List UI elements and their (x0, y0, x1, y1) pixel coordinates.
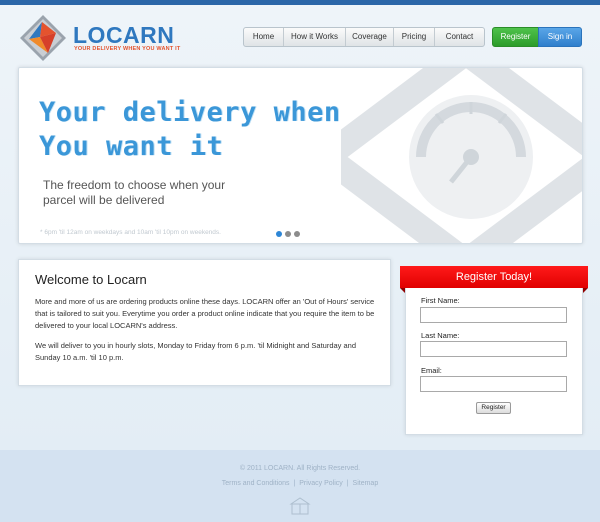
brand-name[interactable]: LOCARN (73, 24, 174, 47)
brand-tagline: YOUR DELIVERY WHEN YOU WANT IT (74, 46, 181, 52)
welcome-panel: Welcome to Locarn More and more of us ar… (18, 259, 391, 386)
slider-dots (276, 231, 300, 237)
footer-separator: | (346, 480, 349, 487)
clock-icon (341, 68, 582, 243)
footer-link-terms[interactable]: Terms and Conditions (222, 480, 290, 487)
welcome-title: Welcome to Locarn (35, 272, 147, 287)
footer-copyright: © 2011 LOCARN. All Rights Reserved. (239, 465, 361, 472)
nav-coverage[interactable]: Coverage (346, 28, 394, 46)
first-name-label: First Name: (421, 296, 460, 305)
hero-subtext: The freedom to choose when your parcel w… (43, 178, 226, 207)
footer-links: Terms and Conditions | Privacy Policy | … (0, 480, 600, 487)
nav-contact[interactable]: Contact (435, 28, 484, 46)
welcome-paragraph-2: We will deliver to you in hourly slots, … (35, 341, 357, 362)
last-name-field[interactable] (420, 341, 567, 357)
footer-logo-icon (289, 497, 311, 515)
footer-link-sitemap[interactable]: Sitemap (353, 480, 379, 487)
footer: © 2011 LOCARN. All Rights Reserved. Term… (0, 450, 600, 522)
nav-how-it-works[interactable]: How it Works (284, 28, 346, 46)
slider-dot-1[interactable] (276, 231, 282, 237)
register-button[interactable]: Register (492, 27, 539, 47)
form-register-button[interactable]: Register (476, 402, 511, 414)
email-label: Email: (421, 366, 442, 375)
first-name-field[interactable] (420, 307, 567, 323)
ribbon-fold-right (583, 288, 588, 293)
hero-banner: Your delivery when You want it The freed… (18, 67, 583, 244)
register-ribbon-title: Register Today! (400, 266, 588, 288)
welcome-paragraph-1: More and more of us are ordering product… (35, 297, 375, 330)
hero-headline: Your delivery when You want it (39, 97, 341, 162)
ribbon-fold-left (400, 288, 405, 293)
nav-pricing[interactable]: Pricing (394, 28, 435, 46)
slider-dot-2[interactable] (285, 231, 291, 237)
last-name-label: Last Name: (421, 331, 460, 340)
footer-link-privacy[interactable]: Privacy Policy (299, 480, 343, 487)
nav-home[interactable]: Home (244, 28, 284, 46)
email-field[interactable] (420, 376, 567, 392)
slider-dot-3[interactable] (294, 231, 300, 237)
footer-separator: | (293, 480, 296, 487)
locarn-logo-icon[interactable] (18, 13, 68, 63)
sign-in-button[interactable]: Sign in (538, 27, 582, 47)
hero-footnote: * 6pm 'til 12am on weekdays and 10am 'ti… (40, 229, 221, 236)
main-nav: Home How it Works Coverage Pricing Conta… (243, 27, 485, 47)
